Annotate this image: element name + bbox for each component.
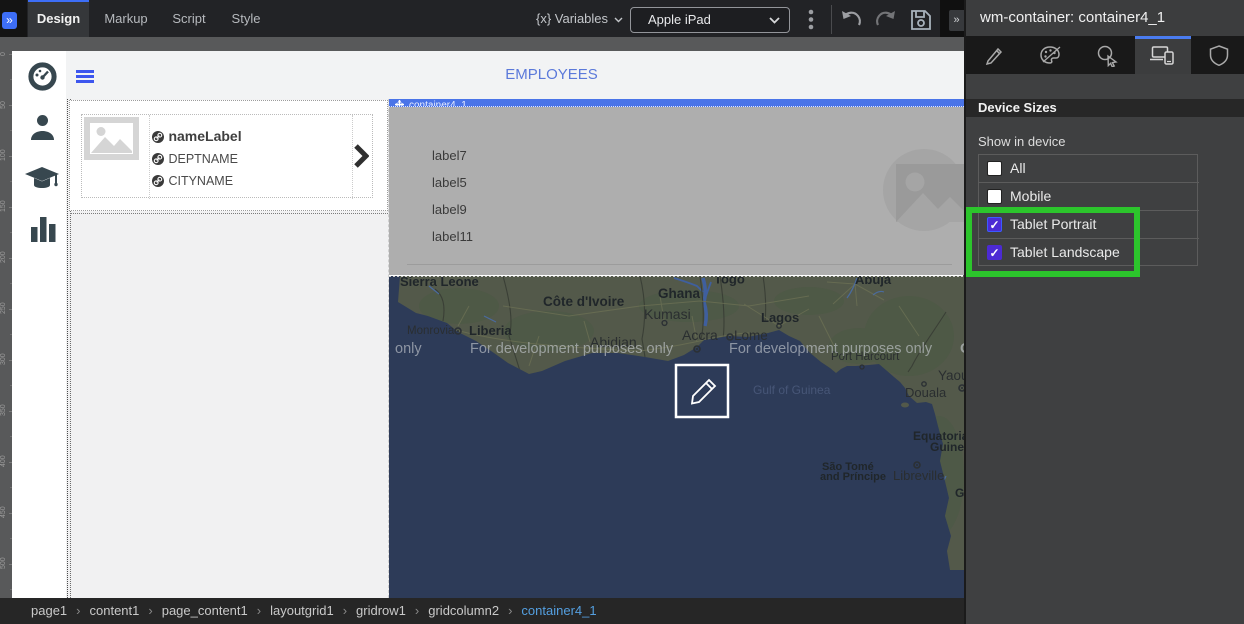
svg-text:Douala: Douala (905, 385, 947, 400)
svg-text:Yaou: Yaou (938, 368, 964, 383)
svg-text:Guinea: Guinea (930, 440, 964, 454)
svg-text:Ga: Ga (955, 486, 964, 500)
svg-text:For development purposes only: For development purposes only (470, 341, 674, 357)
svg-text:and Príncipe: and Príncipe (820, 471, 886, 483)
svg-text:Ghana: Ghana (658, 286, 701, 301)
svg-text:Gulf of Guinea: Gulf of Guinea (753, 383, 831, 397)
svg-text:only: only (395, 341, 422, 357)
svg-text:Monrovia: Monrovia (407, 325, 455, 337)
svg-text:Liberia: Liberia (469, 323, 512, 338)
svg-text:Lagos: Lagos (761, 310, 799, 325)
svg-text:Libreville: Libreville (893, 468, 944, 483)
svg-text:Accra: Accra (682, 327, 718, 343)
svg-text:Côte d'Ivoire: Côte d'Ivoire (543, 294, 625, 309)
svg-text:Abuja: Abuja (855, 276, 892, 287)
svg-text:Togo: Togo (714, 276, 745, 287)
svg-text:Sierra Leone: Sierra Leone (400, 276, 479, 289)
svg-text:Kumasi: Kumasi (644, 306, 691, 322)
svg-text:For development purposes only: For development purposes only (729, 341, 933, 357)
